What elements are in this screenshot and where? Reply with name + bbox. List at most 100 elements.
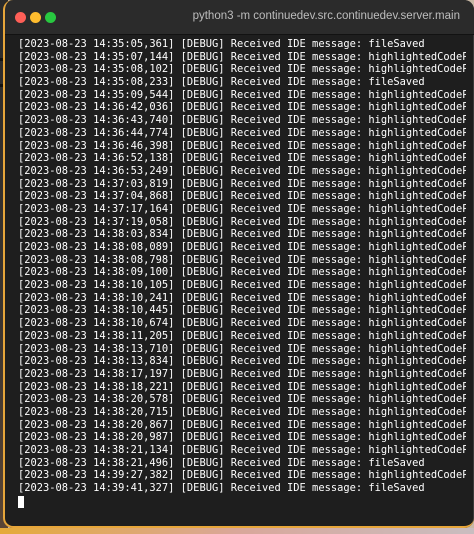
log-message: Received IDE message: fileSaved — [230, 76, 425, 89]
log-level: [DEBUG] — [180, 63, 225, 76]
terminal-line: [2023-08-23 14:38:08,798] [DEBUG] Receiv… — [18, 254, 466, 267]
terminal-line: [2023-08-23 14:35:05,361] [DEBUG] Receiv… — [18, 38, 466, 51]
log-level: [DEBUG] — [180, 317, 225, 330]
log-message: Received IDE message: highlightedCodePus… — [230, 469, 466, 482]
log-level: [DEBUG] — [180, 456, 225, 469]
log-message: Received IDE message: highlightedCodePus… — [230, 342, 466, 355]
terminal-line: [2023-08-23 14:35:09,544] [DEBUG] Receiv… — [18, 89, 466, 102]
text-cursor — [18, 495, 24, 508]
log-message: Received IDE message: highlightedCodePus… — [230, 266, 466, 279]
log-timestamp: [2023-08-23 14:38:08,798] — [18, 253, 175, 266]
log-level: [DEBUG] — [180, 266, 225, 279]
log-message: Received IDE message: highlightedCodePus… — [230, 444, 466, 456]
terminal-line: [2023-08-23 14:39:27,382] [DEBUG] Receiv… — [18, 469, 466, 482]
log-level: [DEBUG] — [180, 177, 225, 190]
terminal-line: [2023-08-23 14:38:21,496] [DEBUG] Receiv… — [18, 457, 466, 470]
terminal-line: [2023-08-23 14:36:43,740] [DEBUG] Receiv… — [18, 114, 466, 127]
log-level: [DEBUG] — [180, 228, 225, 241]
log-level: [DEBUG] — [180, 88, 225, 101]
log-message: Received IDE message: highlightedCodePus… — [230, 228, 466, 241]
terminal-line: [2023-08-23 14:36:52,138] [DEBUG] Receiv… — [18, 152, 466, 165]
log-timestamp: [2023-08-23 14:39:27,382] — [18, 469, 175, 482]
window-titlebar[interactable]: python3 -m continuedev.src.continuedev.s… — [3, 0, 474, 35]
terminal-line: [2023-08-23 14:37:17,164] [DEBUG] Receiv… — [18, 203, 466, 216]
terminal-line: [2023-08-23 14:38:08,089] [DEBUG] Receiv… — [18, 241, 466, 254]
close-window-button[interactable] — [15, 12, 26, 23]
log-level: [DEBUG] — [180, 190, 225, 203]
log-message: Received IDE message: highlightedCodePus… — [230, 279, 466, 292]
terminal-line: [2023-08-23 14:35:07,144] [DEBUG] Receiv… — [18, 51, 466, 64]
log-timestamp: [2023-08-23 14:35:08,233] — [18, 76, 175, 89]
terminal-line: [2023-08-23 14:38:20,987] [DEBUG] Receiv… — [18, 431, 466, 444]
log-message: Received IDE message: highlightedCodePus… — [230, 253, 466, 266]
terminal-line: [2023-08-23 14:38:11,205] [DEBUG] Receiv… — [18, 330, 466, 343]
log-timestamp: [2023-08-23 14:36:42,036] — [18, 101, 175, 114]
terminal-line: [2023-08-23 14:37:19,058] [DEBUG] Receiv… — [18, 216, 466, 229]
log-message: Received IDE message: highlightedCodePus… — [230, 139, 466, 152]
log-message: Received IDE message: highlightedCodePus… — [230, 405, 466, 418]
terminal-line: [2023-08-23 14:35:08,233] [DEBUG] Receiv… — [18, 76, 466, 89]
log-timestamp: [2023-08-23 14:38:17,197] — [18, 367, 175, 380]
log-message: Received IDE message: highlightedCodePus… — [230, 63, 466, 76]
log-message: Received IDE message: highlightedCodePus… — [230, 367, 466, 380]
log-timestamp: [2023-08-23 14:38:18,221] — [18, 380, 175, 393]
log-level: [DEBUG] — [180, 291, 225, 304]
log-message: Received IDE message: highlightedCodePus… — [230, 291, 466, 304]
log-message: Received IDE message: fileSaved — [230, 456, 425, 469]
log-message: Received IDE message: highlightedCodePus… — [230, 164, 466, 177]
log-message: Received IDE message: highlightedCodePus… — [230, 190, 466, 203]
log-level: [DEBUG] — [180, 405, 225, 418]
log-timestamp: [2023-08-23 14:37:17,164] — [18, 202, 175, 215]
log-level: [DEBUG] — [180, 50, 225, 63]
log-message: Received IDE message: highlightedCodePus… — [230, 202, 466, 215]
terminal-line: [2023-08-23 14:38:13,834] [DEBUG] Receiv… — [18, 355, 466, 368]
minimize-window-button[interactable] — [30, 12, 41, 23]
log-message: Received IDE message: highlightedCodePus… — [230, 393, 466, 406]
log-timestamp: [2023-08-23 14:38:20,715] — [18, 405, 175, 418]
log-timestamp: [2023-08-23 14:38:10,241] — [18, 291, 175, 304]
terminal-line: [2023-08-23 14:38:21,134] [DEBUG] Receiv… — [18, 444, 466, 457]
log-level: [DEBUG] — [180, 431, 225, 444]
log-level: [DEBUG] — [180, 215, 225, 228]
log-level: [DEBUG] — [180, 101, 225, 114]
log-level: [DEBUG] — [180, 367, 225, 380]
log-message: Received IDE message: highlightedCodePus… — [230, 88, 466, 101]
terminal-window: python3 -m continuedev.src.continuedev.s… — [3, 0, 474, 528]
log-timestamp: [2023-08-23 14:36:44,774] — [18, 126, 175, 139]
log-message: Received IDE message: highlightedCodePus… — [230, 431, 466, 444]
terminal-line: [2023-08-23 14:36:42,036] [DEBUG] Receiv… — [18, 101, 466, 114]
log-level: [DEBUG] — [180, 139, 225, 152]
window-title: python3 -m continuedev.src.continuedev.s… — [192, 10, 460, 22]
log-timestamp: [2023-08-23 14:38:13,710] — [18, 342, 175, 355]
log-timestamp: [2023-08-23 14:36:46,398] — [18, 139, 175, 152]
terminal-line: [2023-08-23 14:38:10,674] [DEBUG] Receiv… — [18, 317, 466, 330]
terminal-line: [2023-08-23 14:36:44,774] [DEBUG] Receiv… — [18, 127, 466, 140]
terminal-output[interactable]: [2023-08-23 14:35:05,361] [DEBUG] Receiv… — [18, 38, 466, 520]
log-timestamp: [2023-08-23 14:37:19,058] — [18, 215, 175, 228]
log-timestamp: [2023-08-23 14:37:04,868] — [18, 190, 175, 203]
log-message: Received IDE message: highlightedCodePus… — [230, 241, 466, 253]
log-level: [DEBUG] — [180, 469, 225, 482]
log-level: [DEBUG] — [180, 241, 225, 253]
log-timestamp: [2023-08-23 14:38:20,987] — [18, 431, 175, 444]
terminal-line: [2023-08-23 14:38:03,834] [DEBUG] Receiv… — [18, 228, 466, 241]
log-timestamp: [2023-08-23 14:36:52,138] — [18, 152, 175, 165]
log-level: [DEBUG] — [180, 329, 225, 342]
log-level: [DEBUG] — [180, 152, 225, 165]
maximize-window-button[interactable] — [45, 12, 56, 23]
terminal-line: [2023-08-23 14:38:18,221] [DEBUG] Receiv… — [18, 381, 466, 394]
log-message: Received IDE message: highlightedCodePus… — [230, 177, 466, 190]
log-message: Received IDE message: highlightedCodePus… — [230, 380, 466, 393]
log-level: [DEBUG] — [180, 114, 225, 127]
log-timestamp: [2023-08-23 14:39:41,327] — [18, 482, 175, 495]
log-timestamp: [2023-08-23 14:35:08,102] — [18, 63, 175, 76]
terminal-line: [2023-08-23 14:37:03,819] [DEBUG] Receiv… — [18, 178, 466, 191]
log-timestamp: [2023-08-23 14:37:03,819] — [18, 177, 175, 190]
log-message: Received IDE message: highlightedCodePus… — [230, 101, 466, 114]
log-level: [DEBUG] — [180, 304, 225, 317]
log-timestamp: [2023-08-23 14:35:05,361] — [18, 38, 175, 50]
log-timestamp: [2023-08-23 14:38:08,089] — [18, 241, 175, 253]
log-level: [DEBUG] — [180, 126, 225, 139]
log-message: Received IDE message: highlightedCodePus… — [230, 329, 466, 342]
log-timestamp: [2023-08-23 14:38:10,674] — [18, 317, 175, 330]
